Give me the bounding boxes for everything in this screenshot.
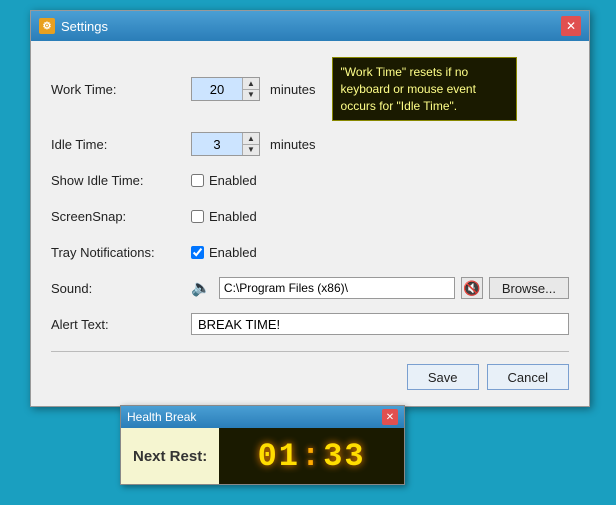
screensnap-control: Enabled — [191, 209, 569, 224]
idle-time-control: ▲ ▼ minutes — [191, 132, 569, 156]
save-button[interactable]: Save — [407, 364, 479, 390]
alert-text-row: Alert Text: — [51, 311, 569, 337]
idle-time-up[interactable]: ▲ — [243, 133, 259, 144]
idle-time-row: Idle Time: ▲ ▼ minutes — [51, 131, 569, 157]
digit-0: 0 — [258, 438, 279, 475]
screensnap-row: ScreenSnap: Enabled — [51, 203, 569, 229]
browse-button[interactable]: Browse... — [489, 277, 569, 299]
work-time-row: Work Time: ▲ ▼ minutes "Work Time" reset… — [51, 57, 569, 121]
tray-notifications-control: Enabled — [191, 245, 569, 260]
health-break-window: Health Break ✕ Next Rest: 01:33 — [120, 405, 405, 485]
work-time-spinner: ▲ ▼ — [191, 77, 260, 101]
work-time-control: ▲ ▼ minutes "Work Time" resets if no key… — [191, 57, 569, 121]
idle-time-unit: minutes — [270, 137, 316, 152]
title-bar-left: ⚙ Settings — [39, 18, 108, 34]
sound-row: Sound: 🔈 🔇 Browse... — [51, 275, 569, 301]
close-button[interactable]: ✕ — [561, 16, 581, 36]
settings-window: ⚙ Settings ✕ Work Time: ▲ ▼ minutes "Wor… — [30, 10, 590, 407]
digit-2: 3 — [323, 438, 344, 475]
show-idle-time-control: Enabled — [191, 173, 569, 188]
tooltip-box: "Work Time" resets if no keyboard or mou… — [332, 57, 517, 121]
screensnap-label: ScreenSnap: — [51, 209, 191, 224]
tray-notifications-enabled-label: Enabled — [209, 245, 257, 260]
digit-1: 1 — [279, 438, 300, 475]
tray-notifications-row: Tray Notifications: Enabled — [51, 239, 569, 265]
hb-display: 01:33 — [219, 428, 404, 484]
alert-text-control — [191, 313, 569, 335]
show-idle-time-enabled-label: Enabled — [209, 173, 257, 188]
work-time-down[interactable]: ▼ — [243, 89, 259, 100]
screensnap-checkbox[interactable] — [191, 210, 204, 223]
time-display: 01:33 — [258, 438, 366, 475]
idle-time-label: Idle Time: — [51, 137, 191, 152]
sound-control: 🔈 🔇 Browse... — [191, 277, 569, 299]
button-row: Save Cancel — [51, 364, 569, 390]
window-title: Settings — [61, 19, 108, 34]
mute-button[interactable]: 🔇 — [461, 277, 483, 299]
hb-title-bar: Health Break ✕ — [121, 406, 404, 428]
show-idle-time-label: Show Idle Time: — [51, 173, 191, 188]
hb-close-button[interactable]: ✕ — [382, 409, 398, 425]
show-idle-time-checkbox[interactable] — [191, 174, 204, 187]
work-time-input[interactable] — [192, 78, 242, 100]
hb-title: Health Break — [127, 410, 196, 424]
colon-1: : — [301, 438, 322, 475]
work-time-up[interactable]: ▲ — [243, 78, 259, 89]
tray-notifications-label: Tray Notifications: — [51, 245, 191, 260]
idle-time-spinner: ▲ ▼ — [191, 132, 260, 156]
title-bar: ⚙ Settings ✕ — [31, 11, 589, 41]
work-time-label: Work Time: — [51, 82, 191, 97]
idle-time-down[interactable]: ▼ — [243, 144, 259, 155]
next-rest-label: Next Rest: — [121, 428, 219, 484]
digit-3: 3 — [344, 438, 365, 475]
hb-body: Next Rest: 01:33 — [121, 428, 404, 484]
divider — [51, 351, 569, 352]
work-time-unit: minutes — [270, 82, 316, 97]
alert-text-input[interactable] — [191, 313, 569, 335]
work-time-spinner-buttons: ▲ ▼ — [242, 78, 259, 100]
idle-time-input[interactable] — [192, 133, 242, 155]
window-body: Work Time: ▲ ▼ minutes "Work Time" reset… — [31, 41, 589, 406]
speaker-icon: 🔈 — [191, 278, 211, 298]
cancel-button[interactable]: Cancel — [487, 364, 569, 390]
sound-label: Sound: — [51, 281, 191, 296]
screensnap-enabled-label: Enabled — [209, 209, 257, 224]
idle-time-spinner-buttons: ▲ ▼ — [242, 133, 259, 155]
alert-text-label: Alert Text: — [51, 317, 191, 332]
sound-path-input[interactable] — [219, 277, 455, 299]
settings-icon: ⚙ — [39, 18, 55, 34]
tray-notifications-checkbox[interactable] — [191, 246, 204, 259]
show-idle-time-row: Show Idle Time: Enabled — [51, 167, 569, 193]
